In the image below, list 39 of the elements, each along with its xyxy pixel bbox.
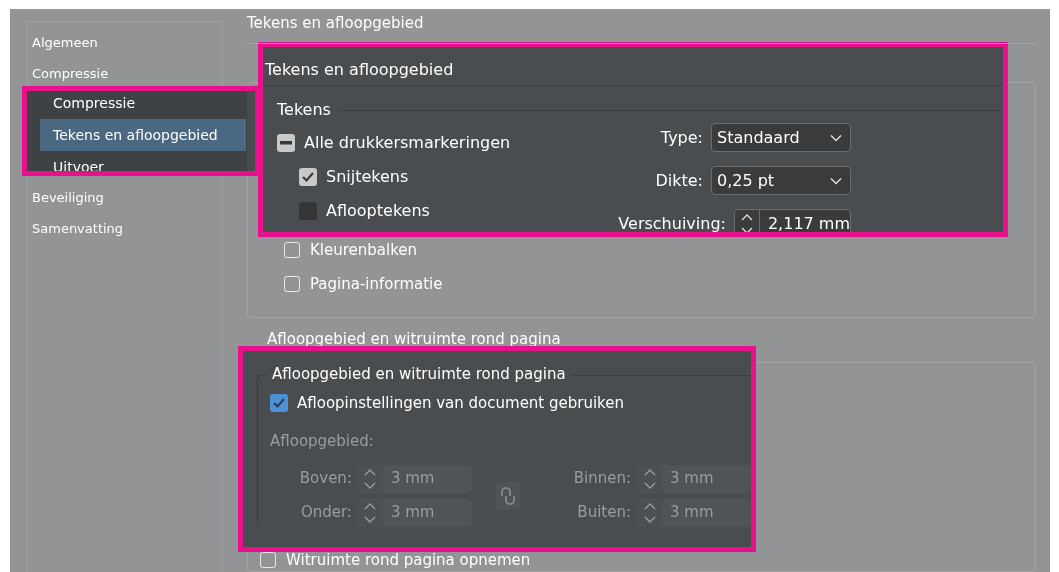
chevron-down-icon [830, 176, 842, 185]
checkbox-label: Afloopinstellingen van document gebruiken [297, 392, 624, 414]
checkbox[interactable] [299, 168, 317, 186]
spinner-arrows-icon [740, 212, 753, 232]
section-heading: Afloopgebied en witruimte rond pagina [266, 329, 562, 348]
spinner-field[interactable]: 2,117 mm [733, 209, 851, 232]
field-label: Buiten: [576, 502, 631, 524]
checkbox[interactable] [284, 276, 300, 292]
field-label: Binnen: [572, 468, 631, 490]
chain-link-icon [495, 481, 520, 510]
checkbox-label: Witruimte rond pagina opnemen [286, 549, 531, 571]
checkbox-label: Kleurenbalken [310, 239, 418, 261]
checkbox-label: Snijtekens [326, 166, 409, 188]
group-legend: Tekens [277, 98, 331, 122]
checkbox[interactable] [277, 134, 295, 152]
checkbox-label: Pagina-informatie [310, 273, 443, 295]
spinner-arrows-icon [364, 467, 377, 490]
field-label: Dikte: [655, 169, 703, 192]
field-label: Boven: [298, 468, 352, 490]
dialog-title: Tekens en afloopgebied [263, 47, 1003, 86]
field-label: Verschuiving: [618, 212, 726, 232]
chevron-down-icon [830, 133, 842, 142]
checkbox[interactable] [284, 242, 300, 258]
section-label: Afloopgebied: [270, 431, 375, 452]
spinner-arrows-icon [643, 467, 656, 490]
sidebar-item[interactable]: Tekens en afloopgebied [40, 119, 247, 151]
checkbox-label: Aflooptekens [326, 200, 430, 222]
spinner-field: 3 mm [637, 464, 751, 493]
checkbox[interactable] [299, 202, 317, 220]
checkbox-label: Alle drukkersmarkeringen [304, 132, 511, 154]
dropdown[interactable]: 0,25 pt [711, 166, 851, 195]
dropdown[interactable]: Standaard [711, 123, 851, 152]
field-label: Onder: [299, 502, 352, 524]
spinner-field: 3 mm [357, 498, 472, 527]
spinner-field: 3 mm [637, 498, 751, 527]
spinner-arrows-icon [643, 501, 656, 524]
spinner-field: 3 mm [357, 464, 472, 493]
spinner-arrows-icon [364, 501, 377, 524]
field-label: Type: [660, 126, 703, 149]
